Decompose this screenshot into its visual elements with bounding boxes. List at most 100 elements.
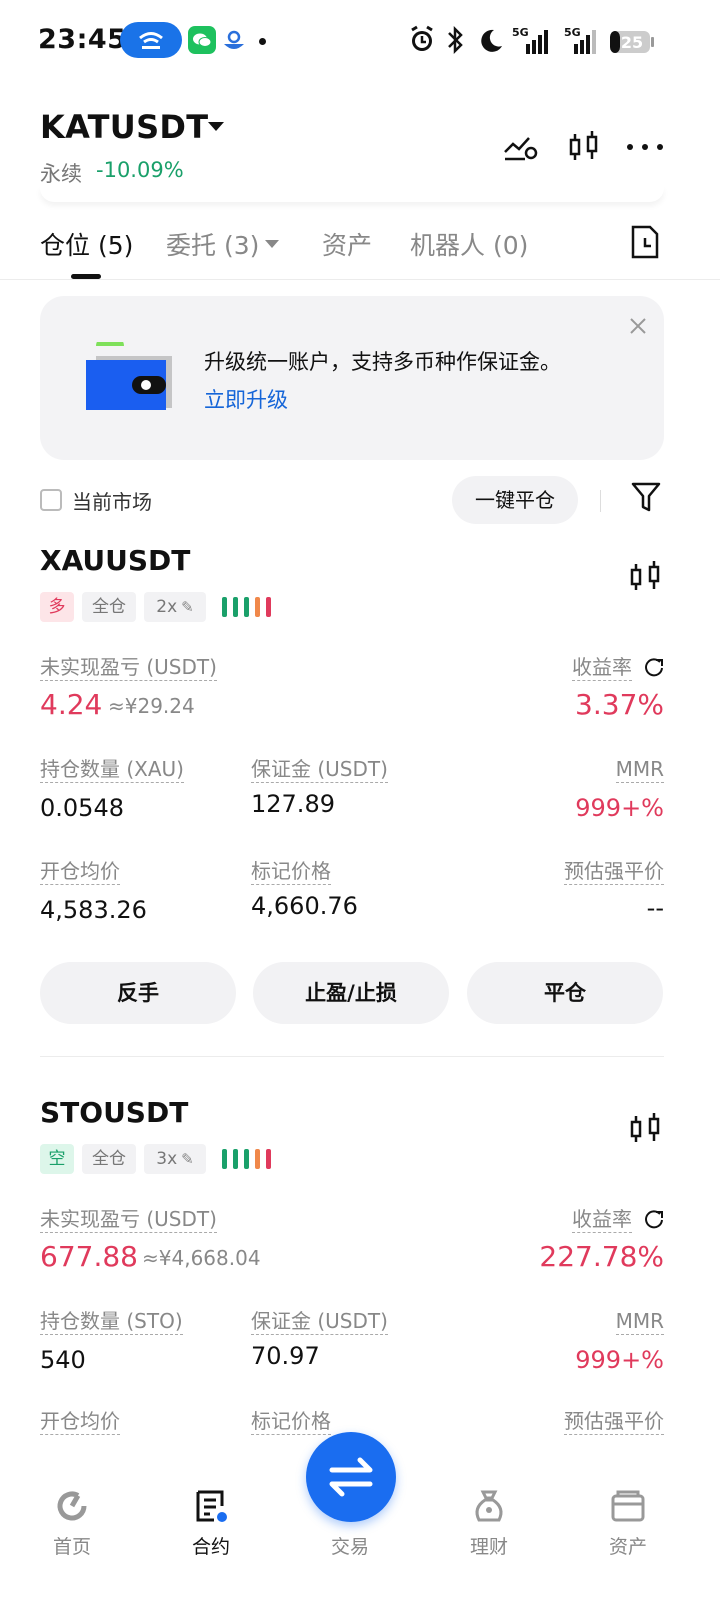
- position-card: XAUUSDT 多 全仓 2x ✎ 未实现盈亏 (USDT) 收益率 4.24 ≈…: [0, 544, 720, 1034]
- nav-finance-label: 理财: [469, 1536, 508, 1558]
- unrealized-pnl-value: 677.88: [40, 1240, 138, 1273]
- nav-assets-label: 资产: [608, 1536, 647, 1558]
- contract-icon: [193, 1488, 229, 1524]
- moon-icon: [476, 24, 504, 58]
- close-position-button[interactable]: 平仓: [467, 962, 663, 1024]
- roe-label[interactable]: 收益率: [572, 1206, 632, 1233]
- current-market-label: 当前市场: [72, 490, 152, 514]
- filter-icon[interactable]: [630, 480, 662, 514]
- svg-text:25: 25: [621, 33, 643, 52]
- quantity-value: 0.0548: [40, 794, 124, 822]
- position-symbol[interactable]: STOUSDT: [40, 1096, 188, 1129]
- liq-price-label[interactable]: 预估强平价: [564, 1408, 664, 1435]
- bluetooth-icon: [446, 24, 464, 58]
- margin-label[interactable]: 保证金 (USDT): [251, 756, 388, 783]
- trade-swap-icon: [329, 1457, 373, 1497]
- share-icon[interactable]: [644, 658, 664, 678]
- position-symbol[interactable]: XAUUSDT: [40, 544, 190, 577]
- unrealized-pnl-label[interactable]: 未实现盈亏 (USDT): [40, 654, 217, 681]
- header-divider: [40, 186, 664, 202]
- unrealized-pnl-cny: ≈¥4,668.04: [142, 1246, 261, 1270]
- unrealized-pnl-label[interactable]: 未实现盈亏 (USDT): [40, 1206, 217, 1233]
- nav-assets[interactable]: 资产: [578, 1476, 678, 1576]
- current-market-checkbox[interactable]: [40, 489, 62, 511]
- signal-icon-2: 5G: [556, 24, 600, 58]
- header: KATUSDT 永续 -10.09%: [0, 100, 720, 190]
- tab-assets[interactable]: 资产: [322, 226, 372, 262]
- close-all-button[interactable]: 一键平仓: [452, 476, 578, 524]
- close-icon[interactable]: [628, 316, 648, 336]
- mmr-label[interactable]: MMR: [615, 756, 664, 783]
- pair-title[interactable]: KATUSDT: [40, 108, 208, 146]
- caret-down-icon: [265, 240, 280, 248]
- home-icon: [54, 1488, 90, 1524]
- tab-orders-label: 委托 (3): [166, 231, 260, 260]
- battery-icon: 25: [608, 24, 656, 58]
- quantity-label[interactable]: 持仓数量 (XAU): [40, 756, 184, 783]
- nav-contract[interactable]: 合约: [161, 1476, 261, 1576]
- history-icon[interactable]: [630, 224, 660, 260]
- tab-positions[interactable]: 仓位 (5): [40, 226, 133, 262]
- margin-label[interactable]: 保证金 (USDT): [251, 1308, 388, 1335]
- finance-icon: [471, 1488, 507, 1524]
- risk-level-bars: [222, 1148, 278, 1170]
- leverage-value: 2x: [156, 597, 178, 617]
- side-badge: 空: [40, 1144, 74, 1174]
- upgrade-banner: 升级统一账户，支持多币种作保证金。 立即升级: [40, 296, 664, 460]
- wallet-illustration-icon: [86, 334, 176, 412]
- candlestick-icon[interactable]: [628, 1112, 664, 1146]
- position-separator: [40, 1056, 664, 1057]
- share-icon[interactable]: [644, 1210, 664, 1230]
- reverse-button[interactable]: 反手: [40, 962, 236, 1024]
- roe-label[interactable]: 收益率: [572, 654, 632, 681]
- tab-bots[interactable]: 机器人 (0): [410, 226, 528, 262]
- quantity-value: 540: [40, 1346, 86, 1374]
- entry-price-value: 4,583.26: [40, 896, 147, 924]
- app-icon: [220, 26, 248, 54]
- nav-home[interactable]: 首页: [22, 1476, 122, 1576]
- tp-sl-button[interactable]: 止盈/止损: [253, 962, 449, 1024]
- svg-text:5G: 5G: [512, 26, 529, 39]
- contract-type: 永续: [40, 162, 82, 186]
- candlestick-icon[interactable]: [566, 130, 604, 164]
- notification-dot: [259, 38, 266, 45]
- candlestick-icon[interactable]: [628, 560, 664, 594]
- upgrade-link[interactable]: 立即升级: [204, 384, 288, 414]
- mmr-label[interactable]: MMR: [615, 1308, 664, 1335]
- leverage-value: 3x: [156, 1149, 178, 1169]
- status-time: 23:45: [38, 24, 127, 55]
- position-actions: 反手 止盈/止损 平仓: [40, 962, 664, 1024]
- chart-settings-icon[interactable]: [502, 130, 540, 164]
- nav-home-label: 首页: [52, 1536, 91, 1558]
- chevron-down-icon[interactable]: [208, 122, 224, 131]
- edit-icon: ✎: [181, 598, 194, 616]
- leverage-badge[interactable]: 3x ✎: [144, 1144, 206, 1174]
- edit-icon: ✎: [181, 1150, 194, 1168]
- unrealized-pnl-cny: ≈¥29.24: [108, 694, 195, 718]
- roe-value: 227.78%: [539, 1240, 664, 1273]
- trade-swap-button[interactable]: [306, 1432, 396, 1522]
- side-badge: 多: [40, 592, 74, 622]
- nav-trade-label: 交易: [330, 1536, 369, 1558]
- margin-value: 70.97: [251, 1342, 320, 1370]
- mmr-value: 999+%: [575, 794, 664, 822]
- entry-price-label[interactable]: 开仓均价: [40, 1408, 120, 1435]
- roe-value: 3.37%: [575, 688, 664, 721]
- quantity-label[interactable]: 持仓数量 (STO): [40, 1308, 183, 1335]
- mark-price-label[interactable]: 标记价格: [251, 1408, 331, 1435]
- risk-level-bars: [222, 596, 278, 618]
- tab-underline: [71, 274, 101, 279]
- entry-price-label[interactable]: 开仓均价: [40, 858, 120, 885]
- promo-text: 升级统一账户，支持多币种作保证金。: [204, 350, 561, 374]
- more-icon[interactable]: [626, 130, 664, 164]
- mark-price-label[interactable]: 标记价格: [251, 858, 331, 885]
- tab-bar: 仓位 (5) 委托 (3) 资产 机器人 (0): [0, 218, 720, 280]
- margin-value: 127.89: [251, 790, 335, 818]
- leverage-badge[interactable]: 2x ✎: [144, 592, 206, 622]
- liq-price-label[interactable]: 预估强平价: [564, 858, 664, 885]
- tab-orders[interactable]: 委托 (3): [166, 226, 280, 262]
- nav-finance[interactable]: 理财: [439, 1476, 539, 1576]
- mark-price-value: 4,660.76: [251, 892, 358, 920]
- divider: [600, 490, 601, 512]
- wallet-icon: [610, 1488, 646, 1524]
